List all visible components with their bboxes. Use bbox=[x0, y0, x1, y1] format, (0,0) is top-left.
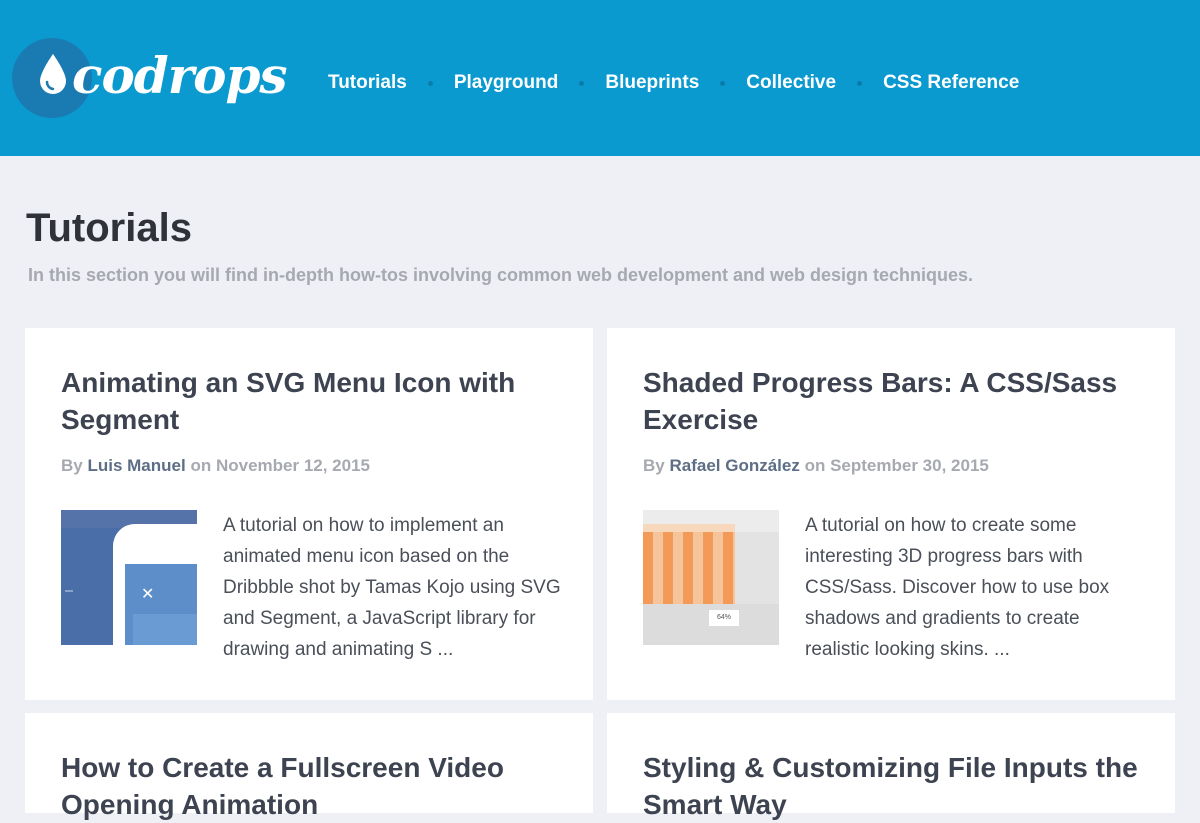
nav-separator bbox=[427, 80, 433, 86]
by-label: By bbox=[643, 456, 665, 475]
article-thumbnail[interactable]: ✕ bbox=[61, 510, 197, 645]
article-title[interactable]: How to Create a Fullscreen Video Opening… bbox=[61, 749, 561, 823]
article-author[interactable]: Luis Manuel bbox=[87, 456, 185, 475]
on-label: on bbox=[804, 456, 826, 475]
article-date: September 30, 2015 bbox=[830, 456, 989, 475]
menu-lines-shape bbox=[65, 590, 73, 592]
article-excerpt: A tutorial on how to create some interes… bbox=[805, 515, 1110, 660]
nav-separator bbox=[857, 80, 863, 86]
article-excerpt: A tutorial on how to implement an animat… bbox=[223, 515, 561, 660]
logo-wordmark[interactable]: codrops bbox=[72, 46, 288, 106]
article-card: Styling & Customizing File Inputs the Sm… bbox=[607, 713, 1175, 820]
nav-playground[interactable]: Playground bbox=[454, 70, 559, 96]
article-card: Animating an SVG Menu Icon with Segment … bbox=[25, 328, 593, 700]
nav-blueprints[interactable]: Blueprints bbox=[605, 70, 699, 96]
close-icon: ✕ bbox=[141, 586, 155, 603]
site-header: codrops Tutorials Playground Blueprints … bbox=[0, 0, 1200, 156]
article-meta: By Rafael González on September 30, 2015 bbox=[643, 454, 989, 478]
water-drop-icon bbox=[40, 54, 66, 94]
article-meta: By Luis Manuel on November 12, 2015 bbox=[61, 454, 370, 478]
nav-collective[interactable]: Collective bbox=[746, 70, 836, 96]
article-author[interactable]: Rafael González bbox=[669, 456, 799, 475]
article-thumbnail[interactable]: 64% bbox=[643, 510, 779, 645]
nav-separator bbox=[720, 80, 726, 86]
article-title[interactable]: Shaded Progress Bars: A CSS/Sass Exercis… bbox=[643, 364, 1143, 438]
progress-label: 64% bbox=[709, 610, 739, 626]
nav-tutorials[interactable]: Tutorials bbox=[328, 70, 407, 96]
page-subtitle: In this section you will find in-depth h… bbox=[28, 265, 974, 285]
progress-bar-track bbox=[735, 532, 779, 604]
by-label: By bbox=[61, 456, 83, 475]
nav-css-reference[interactable]: CSS Reference bbox=[883, 70, 1019, 96]
article-title[interactable]: Styling & Customizing File Inputs the Sm… bbox=[643, 749, 1143, 823]
progress-bar-shape bbox=[643, 532, 735, 604]
main-nav: Tutorials Playground Blueprints Collecti… bbox=[328, 70, 1019, 96]
article-title[interactable]: Animating an SVG Menu Icon with Segment bbox=[61, 364, 561, 438]
nav-separator bbox=[579, 80, 585, 86]
page-title: Tutorials bbox=[26, 206, 192, 250]
phone-screen-panel bbox=[133, 614, 197, 645]
on-label: on bbox=[190, 456, 212, 475]
article-card: How to Create a Fullscreen Video Opening… bbox=[25, 713, 593, 820]
article-card: Shaded Progress Bars: A CSS/Sass Exercis… bbox=[607, 328, 1175, 700]
article-date: November 12, 2015 bbox=[215, 456, 370, 475]
